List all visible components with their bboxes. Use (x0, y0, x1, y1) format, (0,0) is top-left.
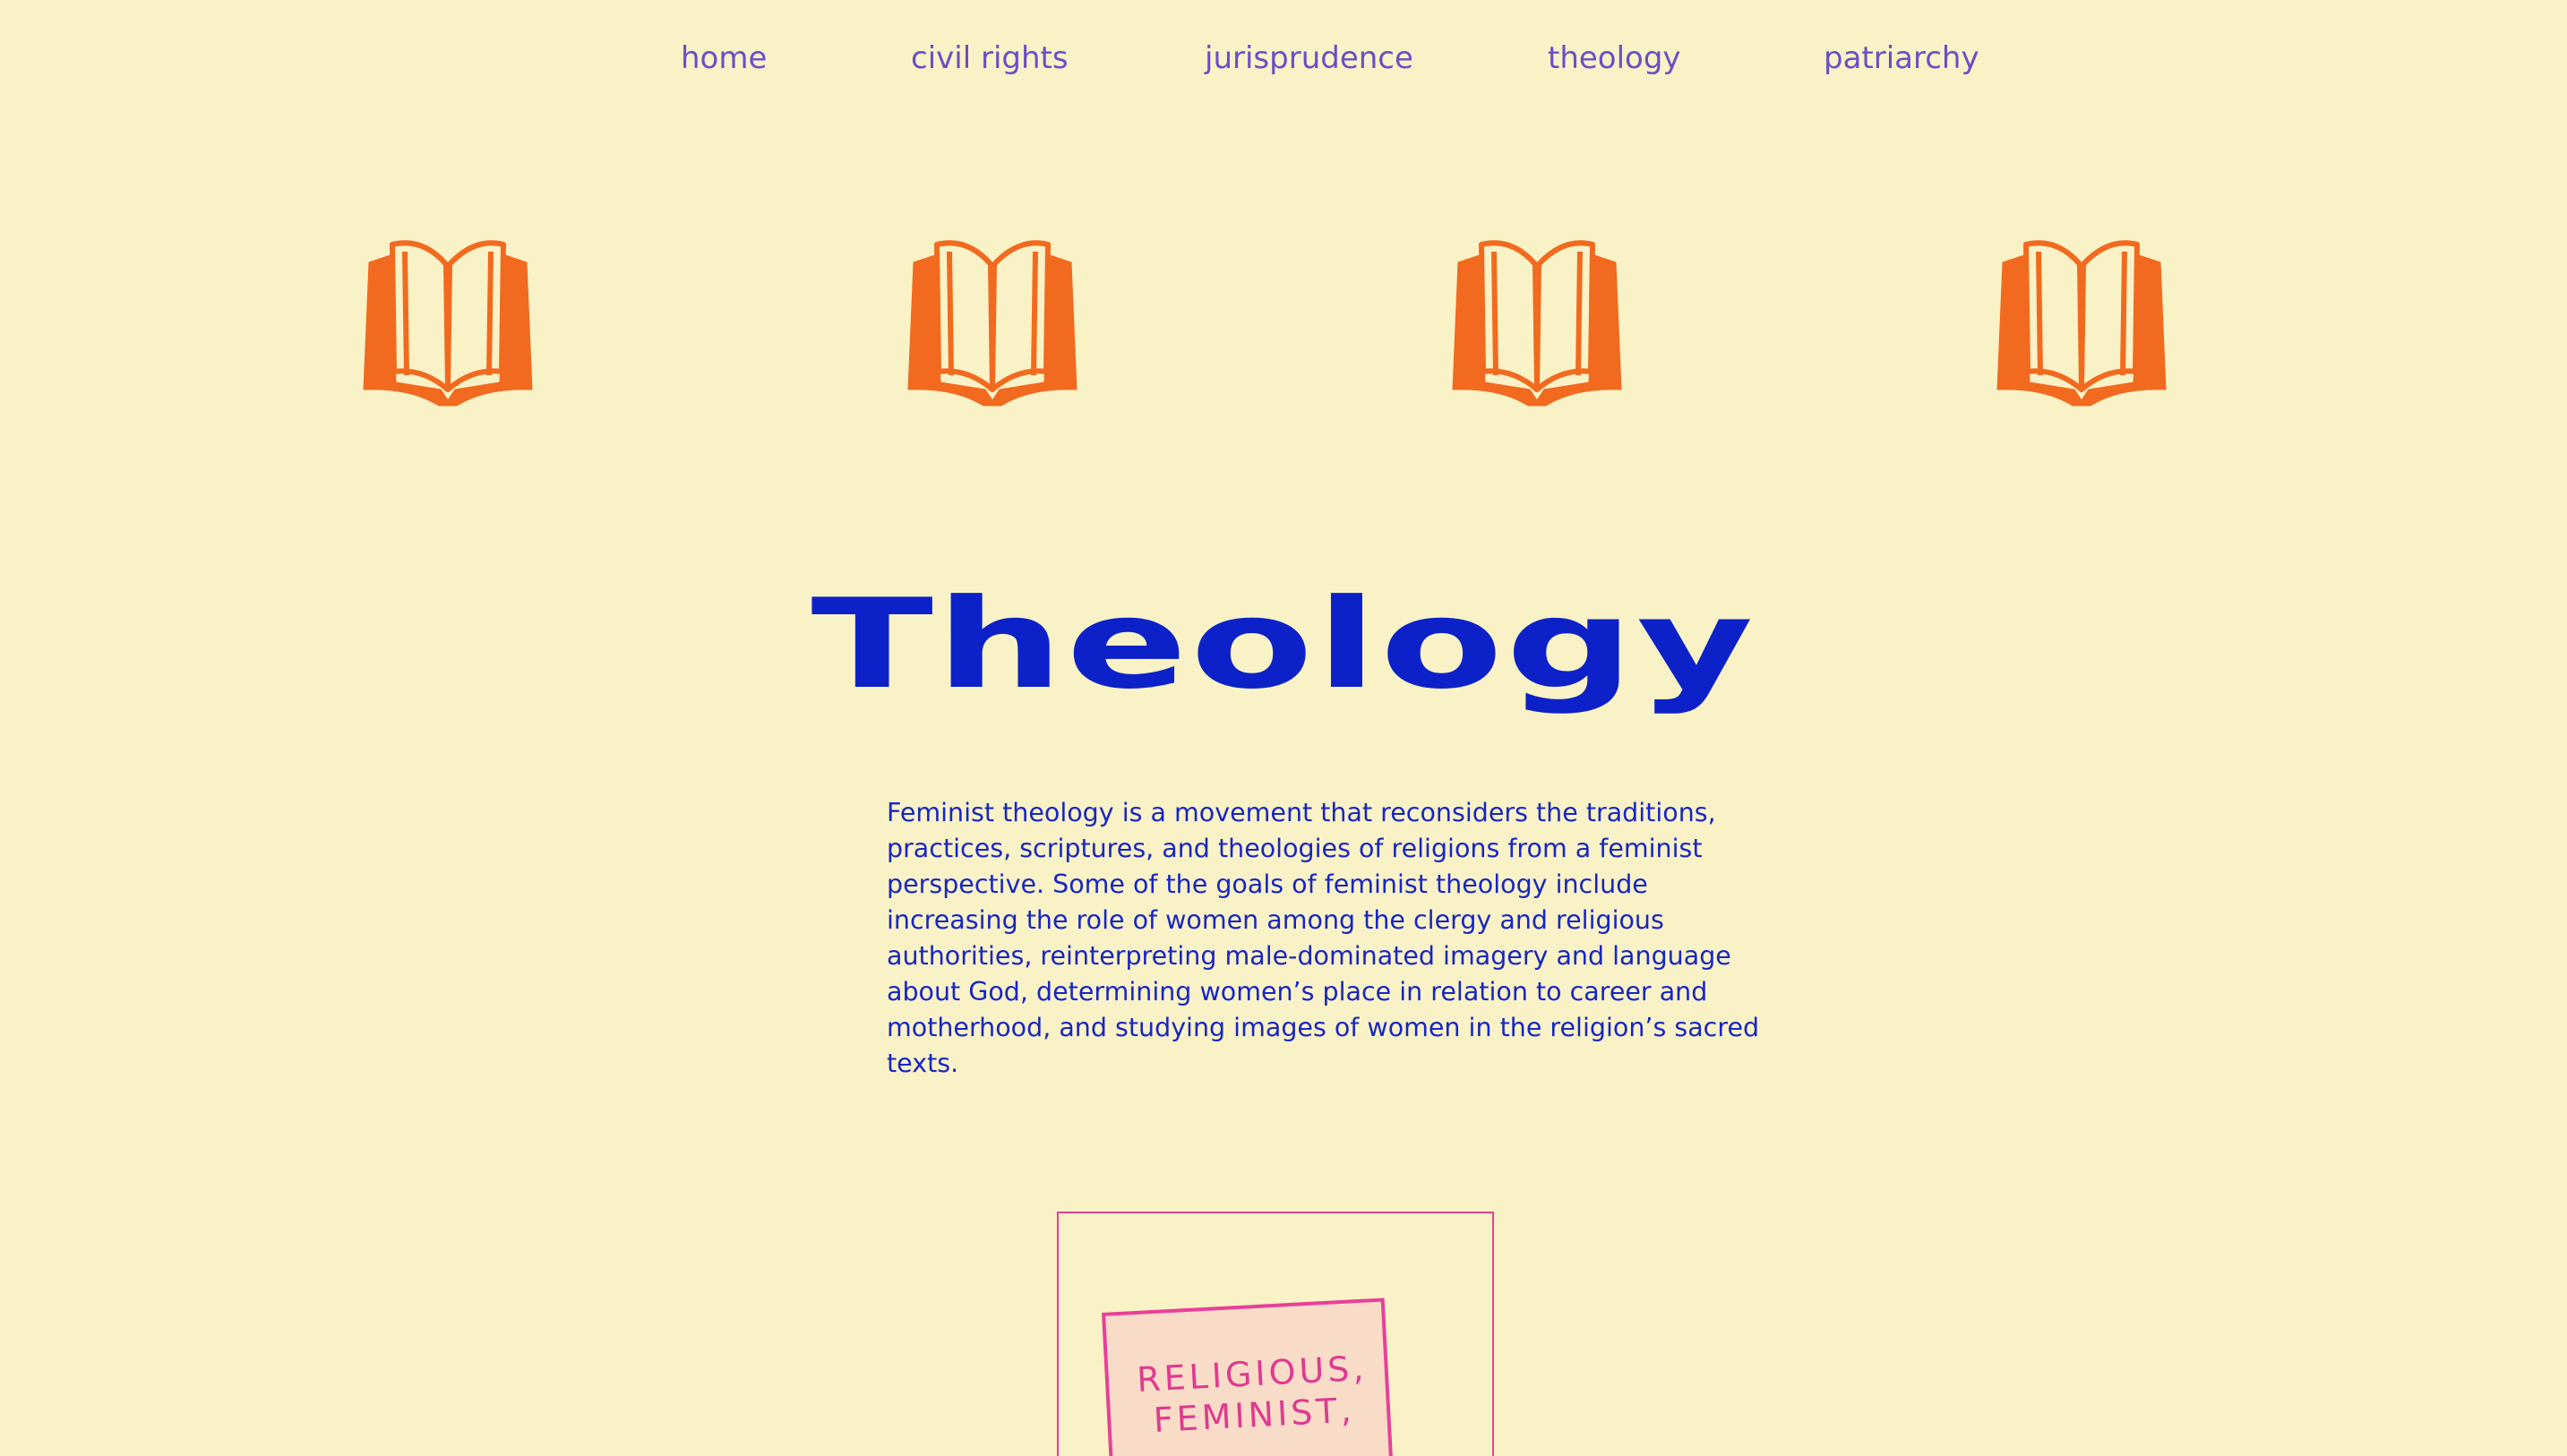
book-icon (1996, 240, 2167, 407)
nav-link-jurisprudence[interactable]: jurisprudence (1205, 40, 1413, 76)
nav-link-patriarchy[interactable]: patriarchy (1824, 40, 1979, 76)
book-icon (363, 240, 533, 407)
nav-link-civil-rights[interactable]: civil rights (911, 40, 1069, 76)
stamp-image: RELIGIOUS, FEMINIST, (1102, 1298, 1395, 1456)
theology-description: Feminist theology is a movement that rec… (887, 798, 1760, 1078)
nav-link-home[interactable]: home (681, 40, 767, 76)
book-icon (1452, 240, 1622, 407)
page-title: Theology (811, 572, 1756, 716)
stamp-text: RELIGIOUS, FEMINIST, (1126, 1347, 1380, 1443)
nav-link-theology[interactable]: theology (1548, 40, 1681, 76)
book-icon (907, 240, 1077, 407)
top-navigation: home civil rights jurisprudence theology… (0, 40, 2567, 85)
